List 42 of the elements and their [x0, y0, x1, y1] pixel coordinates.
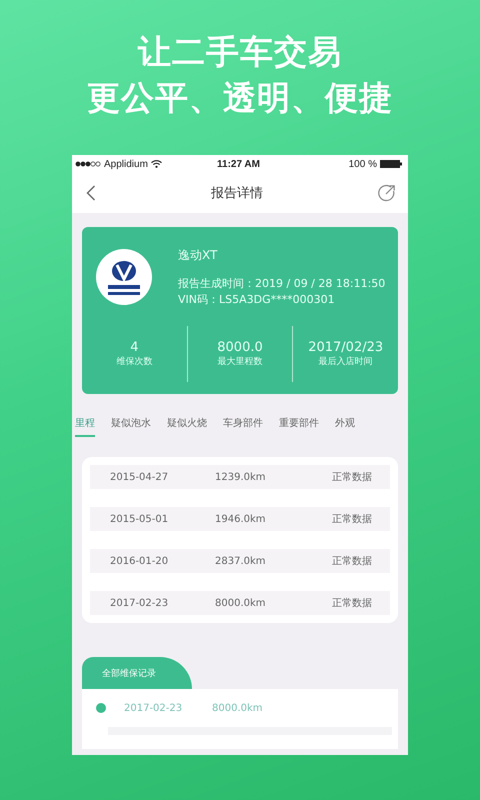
status-text: 正常数据	[331, 554, 372, 568]
headline-text: 更公平、透明、便捷	[87, 77, 393, 119]
stat-label: 最后入店时间	[318, 356, 373, 368]
car-model: 逸动XT	[178, 247, 218, 264]
tab[interactable]: 疑似火烧	[167, 416, 207, 437]
date-text: 2015-04-27	[109, 472, 170, 482]
carrier-text: Applidium	[104, 158, 148, 170]
nav-title: 报告详情	[211, 185, 263, 202]
tab[interactable]: 重要部件	[279, 416, 319, 437]
time-text: 11:27 AM	[217, 158, 260, 170]
date-text: 2015-05-01	[109, 514, 170, 524]
tab[interactable]: 车身部件	[223, 416, 263, 437]
brand-logo-icon	[96, 249, 152, 305]
record-date: 2017-02-23	[124, 702, 184, 714]
stat-value: 8000.0	[217, 340, 263, 355]
vin-number: VIN码：LS5A3DG****000301	[178, 292, 336, 308]
battery-text: 100 %	[348, 158, 377, 170]
record-mileage: 8000.0km	[212, 702, 263, 714]
battery-icon	[380, 160, 402, 168]
status-text: 正常数据	[331, 512, 372, 526]
headline-text: 让二手车交易	[138, 31, 342, 73]
wifi-icon	[150, 160, 162, 168]
status-text: 正常数据	[331, 470, 372, 484]
mileage-text: 1239.0km	[215, 472, 267, 482]
mileage-text: 1946.0km	[215, 514, 267, 524]
timeline-dot-icon	[96, 703, 106, 713]
tab[interactable]: 里程	[75, 416, 95, 437]
share-button[interactable]	[378, 184, 396, 202]
mileage-text: 8000.0km	[215, 598, 267, 608]
status-text: 正常数据	[331, 596, 372, 610]
back-button[interactable]	[86, 185, 96, 201]
report-time: 报告生成时间：2019 / 09 / 28 18:11:50	[178, 276, 386, 292]
stat-value: 2017/02/23	[308, 340, 384, 355]
tab[interactable]: 疑似泡水	[111, 416, 151, 437]
signal-icon	[75, 161, 101, 167]
stat-value: 4	[130, 340, 138, 355]
stat-label: 维保次数	[116, 356, 152, 368]
date-text: 2016-01-20	[109, 556, 170, 566]
date-text: 2017-02-23	[109, 598, 170, 608]
stat-label: 最大里程数	[218, 356, 262, 368]
tab[interactable]: 外观	[335, 416, 355, 437]
mileage-text: 2837.0km	[215, 556, 267, 566]
